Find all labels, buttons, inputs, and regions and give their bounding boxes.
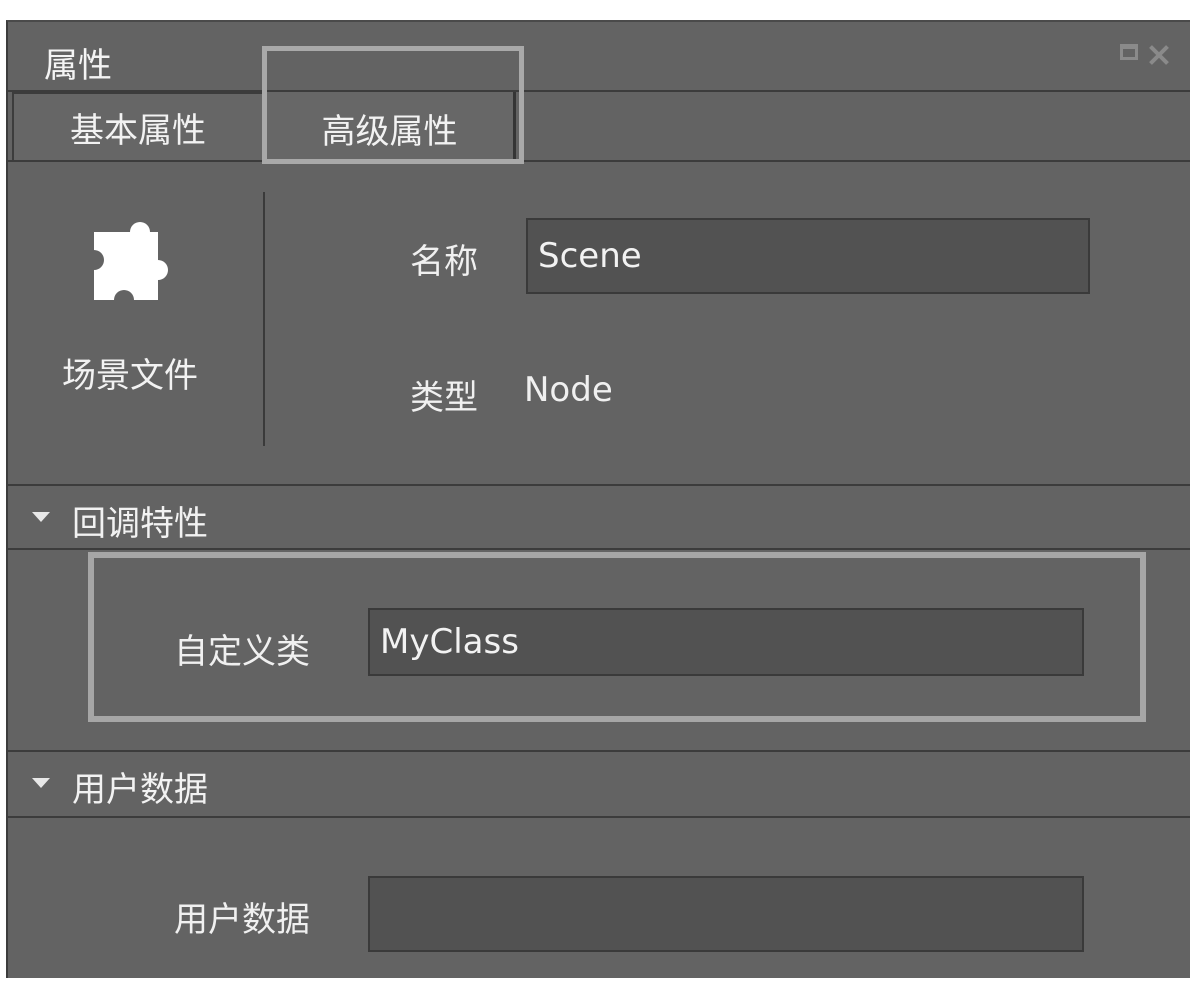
name-label: 名称: [410, 242, 478, 282]
callback-section-title: 回调特性: [72, 504, 208, 544]
properties-panel: 属性 基本属性 高级属性 场景文件 名称 Scene 类型 Node 回调特性 …: [6, 20, 1190, 978]
collapse-triangle-icon[interactable]: [32, 778, 50, 788]
userdata-section-header[interactable]: 用户数据: [8, 752, 1190, 814]
userdata-label: 用户数据: [174, 900, 310, 940]
node-info: 场景文件 名称 Scene 类型 Node: [8, 162, 1190, 484]
window-controls: [1120, 44, 1170, 66]
panel-title: 属性: [44, 46, 112, 86]
tab-advanced-properties[interactable]: 高级属性: [266, 92, 516, 164]
tab-basic-properties[interactable]: 基本属性: [12, 92, 264, 160]
tab-bar: 基本属性 高级属性: [8, 92, 1190, 164]
userdata-field[interactable]: [368, 876, 1084, 952]
puzzle-icon: [94, 222, 168, 300]
node-type-label: 场景文件: [62, 356, 198, 396]
callback-section-header[interactable]: 回调特性: [8, 486, 1190, 548]
collapse-triangle-icon[interactable]: [32, 512, 50, 522]
divider: [8, 548, 1190, 550]
custom-class-field[interactable]: MyClass: [368, 608, 1084, 676]
type-value: Node: [524, 370, 613, 410]
name-field[interactable]: Scene: [526, 218, 1090, 294]
close-icon[interactable]: [1148, 44, 1170, 66]
maximize-icon[interactable]: [1120, 44, 1138, 60]
divider: [8, 816, 1190, 818]
userdata-section-title: 用户数据: [72, 770, 208, 810]
custom-class-label: 自定义类: [174, 632, 310, 672]
type-label: 类型: [410, 378, 478, 418]
vertical-divider: [263, 192, 265, 446]
